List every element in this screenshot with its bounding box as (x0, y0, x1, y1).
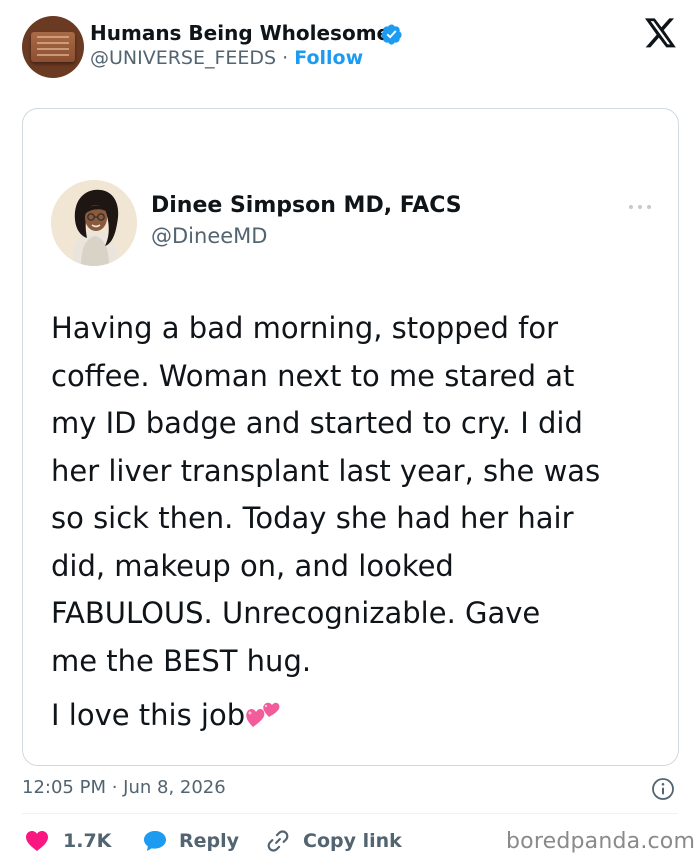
footer-divider (22, 813, 678, 814)
embedded-text-line: me the BEST hug. (51, 643, 312, 678)
embedded-author-handle: @DineeMD (151, 224, 268, 248)
embedded-tweet-text: Having a bad morning, stopped for coffee… (51, 305, 651, 685)
heart-icon (26, 831, 48, 851)
portrait-image (51, 180, 137, 266)
author-avatar[interactable] (22, 16, 84, 78)
x-logo-icon[interactable] (645, 18, 677, 48)
more-options-icon (629, 205, 651, 209)
avatar-plaque-image (31, 32, 75, 62)
embedded-closing-line: I love this job (51, 697, 281, 732)
reply-label: Reply (179, 830, 240, 852)
embedded-text-line: her liver transplant last year, she was (51, 453, 601, 488)
embedded-tweet-image[interactable]: Dinee Simpson MD, FACS @DineeMD Having a… (22, 108, 679, 766)
author-handle[interactable]: @UNIVERSE_FEEDS (90, 47, 276, 69)
copy-link-button[interactable]: Copy link (265, 827, 402, 855)
speech-bubble-icon (144, 831, 166, 851)
like-button[interactable]: 1.7K (25, 827, 111, 855)
reply-button[interactable]: Reply (143, 827, 239, 855)
author-name[interactable]: Humans Being Wholesome (90, 21, 390, 45)
embedded-text-line: Having a bad morning, stopped for (51, 311, 559, 345)
embedded-author-name: Dinee Simpson MD, FACS (151, 193, 462, 218)
two-hearts-emoji-icon (246, 702, 280, 727)
follow-button[interactable]: Follow (294, 47, 363, 69)
boredpanda-watermark: boredpanda.com (506, 829, 696, 854)
embedded-text-line: coffee. Woman next to me stared at (51, 358, 575, 393)
embedded-author-avatar (51, 180, 137, 266)
embedded-text-line: did, makeup on, and looked (51, 548, 454, 583)
info-icon[interactable] (651, 777, 675, 801)
verified-badge-icon (381, 24, 402, 45)
embedded-text-line: so sick then. Today she had her hair (51, 501, 574, 535)
embedded-text-line: my ID badge and started to cry. I did (51, 406, 583, 440)
author-handle-line: @UNIVERSE_FEEDS · Follow (90, 47, 363, 69)
like-count: 1.7K (63, 830, 112, 852)
handle-separator: · (276, 47, 295, 69)
embedded-text-line: FABULOUS. Unrecognizable. Gave (51, 596, 541, 630)
tweet-timestamp[interactable]: 12:05 PM · Jun 8, 2026 (22, 777, 226, 798)
link-icon (267, 830, 289, 852)
embedded-closing-text: I love this job (51, 698, 246, 732)
copy-link-label: Copy link (303, 830, 402, 852)
